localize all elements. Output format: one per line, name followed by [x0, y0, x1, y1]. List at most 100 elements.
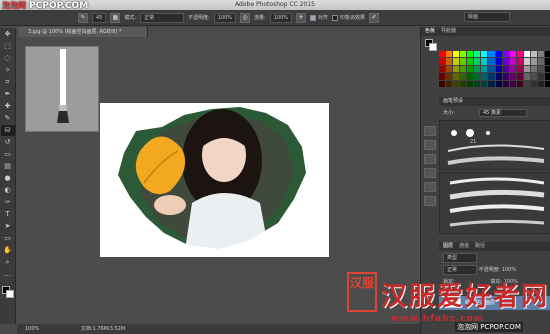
swatch[interactable]: [495, 73, 502, 80]
swatch[interactable]: [530, 73, 537, 80]
brush-panel-icon[interactable]: [424, 140, 436, 150]
swatch[interactable]: [446, 73, 453, 80]
swatch[interactable]: [460, 58, 467, 65]
align-checkbox[interactable]: 对齐: [310, 14, 328, 21]
swatch[interactable]: [544, 65, 550, 73]
document-canvas[interactable]: [100, 103, 329, 257]
marquee-tool-icon[interactable]: ⬚: [1, 41, 15, 52]
swatch[interactable]: [509, 58, 516, 65]
brush-panel-toggle-icon[interactable]: ▦: [110, 12, 121, 23]
quick-select-tool-icon[interactable]: ✧: [1, 65, 15, 76]
eraser-tool-icon[interactable]: ▭: [1, 149, 15, 160]
swatch[interactable]: [481, 73, 488, 80]
mode-select[interactable]: 正常: [140, 12, 185, 23]
type-tool-icon[interactable]: T: [1, 209, 15, 220]
swatch[interactable]: [502, 80, 509, 87]
workspace-select[interactable]: 绘画: [464, 12, 510, 22]
swatch[interactable]: [523, 65, 530, 73]
swatch[interactable]: [544, 51, 550, 58]
swatch[interactable]: [474, 51, 481, 58]
swatch[interactable]: [495, 51, 502, 58]
tab-channels[interactable]: 通道: [459, 242, 469, 251]
swatch[interactable]: [544, 58, 550, 65]
swatch[interactable]: [530, 58, 537, 65]
swatch[interactable]: [502, 58, 509, 65]
crop-tool-icon[interactable]: ⌗: [1, 77, 15, 88]
size-field[interactable]: 45 像素: [479, 109, 527, 117]
dodge-tool-icon[interactable]: ◐: [1, 185, 15, 196]
swatch[interactable]: [439, 65, 446, 73]
swatch[interactable]: [495, 80, 502, 87]
brush-tool-icon[interactable]: ✎: [78, 12, 88, 23]
swatch[interactable]: [446, 51, 453, 58]
zoom-tool-icon[interactable]: ⌕: [1, 257, 15, 268]
lasso-tool-icon[interactable]: ◌: [1, 53, 15, 64]
swatch[interactable]: [460, 51, 467, 58]
swatch[interactable]: [495, 58, 502, 65]
swatch[interactable]: [544, 73, 550, 80]
swatch[interactable]: [467, 73, 474, 80]
properties-panel-icon[interactable]: [424, 196, 436, 206]
swatch-grid[interactable]: [439, 51, 550, 87]
swatch[interactable]: [502, 73, 509, 80]
swatch[interactable]: [516, 73, 523, 80]
pen-tool-icon[interactable]: ✑: [1, 197, 15, 208]
tab-swatches[interactable]: 色板: [425, 27, 435, 36]
gradient-tool-icon[interactable]: ▤: [1, 161, 15, 172]
swatch[interactable]: [523, 58, 530, 65]
swatch[interactable]: [488, 51, 495, 58]
sample-checkbox[interactable]: 印象派效果: [332, 14, 365, 21]
brush-stroke-list[interactable]: [439, 172, 550, 234]
swatch[interactable]: [467, 65, 474, 73]
swatch[interactable]: [523, 51, 530, 58]
swatch[interactable]: [474, 65, 481, 73]
swatch[interactable]: [537, 58, 544, 65]
brush-presets-title[interactable]: 画笔预设: [439, 97, 550, 106]
clone-stamp-tool-icon[interactable]: ⛁: [0, 125, 15, 136]
background-color[interactable]: [6, 290, 14, 298]
swatch[interactable]: [530, 80, 537, 87]
swatch[interactable]: [439, 80, 446, 87]
swatch[interactable]: [502, 51, 509, 58]
swatch[interactable]: [537, 51, 544, 58]
flow-field[interactable]: 100%: [269, 12, 293, 23]
swatch[interactable]: [453, 58, 460, 65]
hand-tool-icon[interactable]: ✋: [1, 245, 15, 256]
swatch[interactable]: [537, 80, 544, 87]
clone-source-icon[interactable]: [424, 154, 436, 164]
swatch[interactable]: [516, 51, 523, 58]
swatch[interactable]: [446, 65, 453, 73]
swatch[interactable]: [439, 73, 446, 80]
swatch[interactable]: [453, 80, 460, 87]
swatch[interactable]: [530, 51, 537, 58]
swatch[interactable]: [446, 80, 453, 87]
swatch[interactable]: [481, 65, 488, 73]
actions-panel-icon[interactable]: [424, 182, 436, 192]
tab-layers[interactable]: 图层: [443, 242, 453, 251]
swatch[interactable]: [488, 65, 495, 73]
swatch[interactable]: [509, 80, 516, 87]
zoom-level[interactable]: 100%: [25, 326, 39, 332]
pressure-opacity-icon[interactable]: ◎: [240, 12, 251, 23]
shape-tool-icon[interactable]: ▭: [1, 233, 15, 244]
swatch[interactable]: [474, 73, 481, 80]
color-swatches[interactable]: [0, 286, 15, 308]
airbrush-icon[interactable]: ✈: [296, 12, 307, 23]
swatch[interactable]: [439, 51, 446, 58]
history-panel-icon[interactable]: [424, 126, 436, 136]
swatch[interactable]: [467, 58, 474, 65]
swatch[interactable]: [453, 73, 460, 80]
swatch[interactable]: [453, 65, 460, 73]
swatch[interactable]: [523, 73, 530, 80]
swatch[interactable]: [537, 65, 544, 73]
eyedropper-tool-icon[interactable]: ✒: [1, 89, 15, 100]
swatch[interactable]: [523, 80, 530, 87]
swatch[interactable]: [460, 80, 467, 87]
brush-size-picker[interactable]: 45: [92, 12, 107, 23]
swatch[interactable]: [439, 58, 446, 65]
swatch[interactable]: [516, 58, 523, 65]
panel-fgbg-swatch[interactable]: [425, 39, 437, 51]
path-select-tool-icon[interactable]: ➤: [1, 221, 15, 232]
more-tools-icon[interactable]: …: [1, 269, 15, 280]
blur-tool-icon[interactable]: ●: [1, 173, 15, 184]
